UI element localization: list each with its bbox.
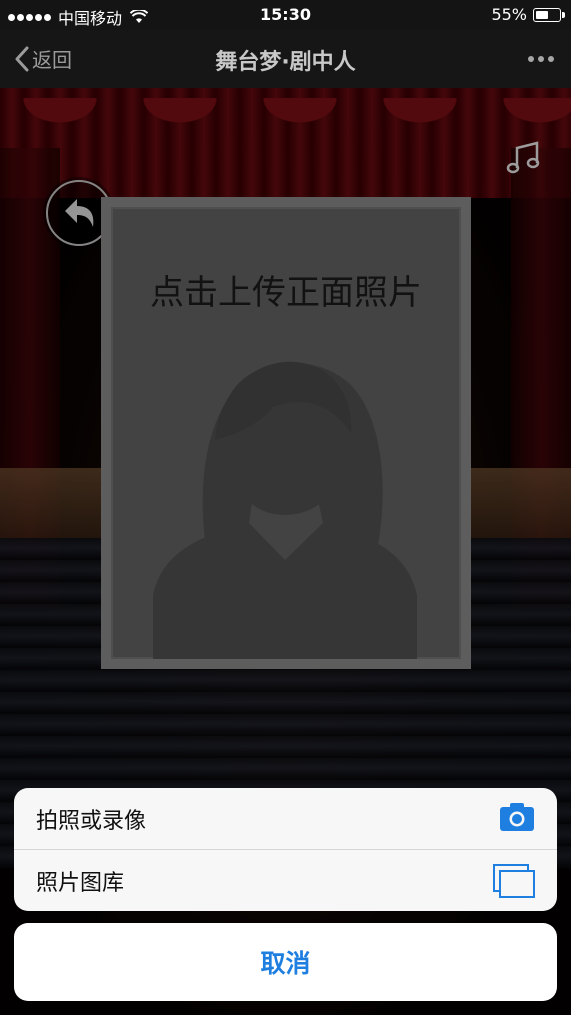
status-bar: 中国移动 15:30 55%	[0, 0, 571, 30]
status-right: 55%	[491, 5, 565, 24]
battery-percent: 55%	[491, 5, 527, 24]
photo-library-icon	[493, 864, 535, 898]
photo-library-option[interactable]: 照片图库	[14, 849, 557, 911]
take-photo-label: 拍照或录像	[36, 808, 147, 834]
action-sheet: 拍照或录像 照片图库	[14, 788, 557, 911]
more-dots-icon[interactable]	[523, 44, 559, 74]
page-title: 舞台梦·剧中人	[215, 50, 356, 75]
camera-icon	[500, 803, 534, 831]
take-photo-option[interactable]: 拍照或录像	[14, 788, 557, 849]
clock: 15:30	[260, 5, 311, 24]
cancel-button[interactable]: 取消	[14, 923, 557, 1001]
photo-library-label: 照片图库	[36, 870, 125, 896]
nav-bar: 返回 舞台梦·剧中人	[0, 30, 571, 88]
battery-icon	[533, 7, 565, 22]
